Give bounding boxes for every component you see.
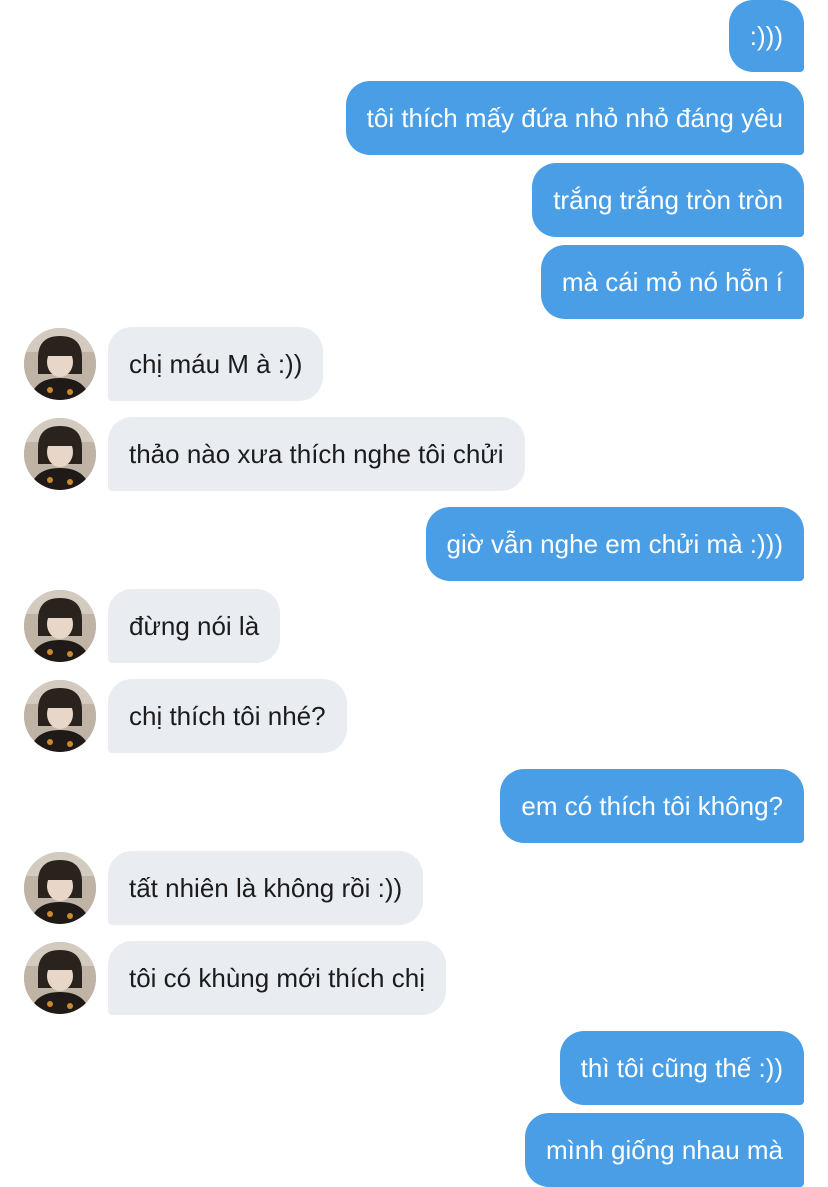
- message-text: giờ vẫn nghe em chửi mà :))): [446, 529, 783, 559]
- sent-message-bubble[interactable]: mà cái mỏ nó hỗn í: [540, 245, 804, 319]
- message-text: trắng trắng tròn tròn: [553, 185, 783, 215]
- received-message-bubble[interactable]: tôi có khùng mới thích chị: [108, 941, 446, 1015]
- received-message-bubble[interactable]: đừng nói là: [108, 589, 281, 663]
- message-text: thảo nào xưa thích nghe tôi chửi: [129, 439, 504, 469]
- contact-avatar-photo-icon: [24, 590, 96, 662]
- received-message-bubble[interactable]: chị máu M à :)): [108, 327, 324, 401]
- contact-avatar-photo-icon: [24, 328, 96, 400]
- contact-avatar-photo-icon: [24, 942, 96, 1014]
- received-message-bubble[interactable]: chị thích tôi nhé?: [108, 679, 347, 753]
- sent-message-bubble[interactable]: giờ vẫn nghe em chửi mà :))): [425, 507, 804, 581]
- message-text: đừng nói là: [129, 611, 260, 641]
- message-text: :))): [749, 21, 783, 51]
- received-message-bubble[interactable]: tất nhiên là không rồi :)): [108, 851, 424, 925]
- contact-avatar[interactable]: [24, 418, 96, 490]
- message-text: mình giống nhau mà: [545, 1135, 783, 1165]
- chat-thread: :))) tôi thích mấy đứa nhỏ nhỏ đáng yêu …: [0, 0, 828, 1187]
- contact-avatar[interactable]: [24, 852, 96, 924]
- received-message-bubble[interactable]: thảo nào xưa thích nghe tôi chửi: [108, 417, 525, 491]
- sent-message-bubble[interactable]: trắng trắng tròn tròn: [532, 163, 804, 237]
- message-text: tôi có khùng mới thích chị: [129, 963, 425, 993]
- message-text: mà cái mỏ nó hỗn í: [561, 267, 783, 297]
- contact-avatar[interactable]: [24, 942, 96, 1014]
- message-text: chị máu M à :)): [129, 349, 303, 379]
- sent-message-bubble[interactable]: thì tôi cũng thế :)): [559, 1031, 804, 1105]
- sent-message-bubble[interactable]: mình giống nhau mà: [524, 1113, 804, 1187]
- message-text: tất nhiên là không rồi :)): [129, 873, 403, 903]
- contact-avatar[interactable]: [24, 680, 96, 752]
- contact-avatar[interactable]: [24, 590, 96, 662]
- contact-avatar-photo-icon: [24, 852, 96, 924]
- contact-avatar[interactable]: [24, 328, 96, 400]
- message-text: em có thích tôi không?: [521, 791, 783, 821]
- message-text: chị thích tôi nhé?: [129, 701, 326, 731]
- message-text: tôi thích mấy đứa nhỏ nhỏ đáng yêu: [366, 103, 783, 133]
- message-text: thì tôi cũng thế :)): [580, 1053, 783, 1083]
- sent-message-bubble[interactable]: :))): [728, 0, 804, 72]
- contact-avatar-photo-icon: [24, 680, 96, 752]
- sent-message-bubble[interactable]: tôi thích mấy đứa nhỏ nhỏ đáng yêu: [345, 81, 804, 155]
- contact-avatar-photo-icon: [24, 418, 96, 490]
- sent-message-bubble[interactable]: em có thích tôi không?: [500, 769, 804, 843]
